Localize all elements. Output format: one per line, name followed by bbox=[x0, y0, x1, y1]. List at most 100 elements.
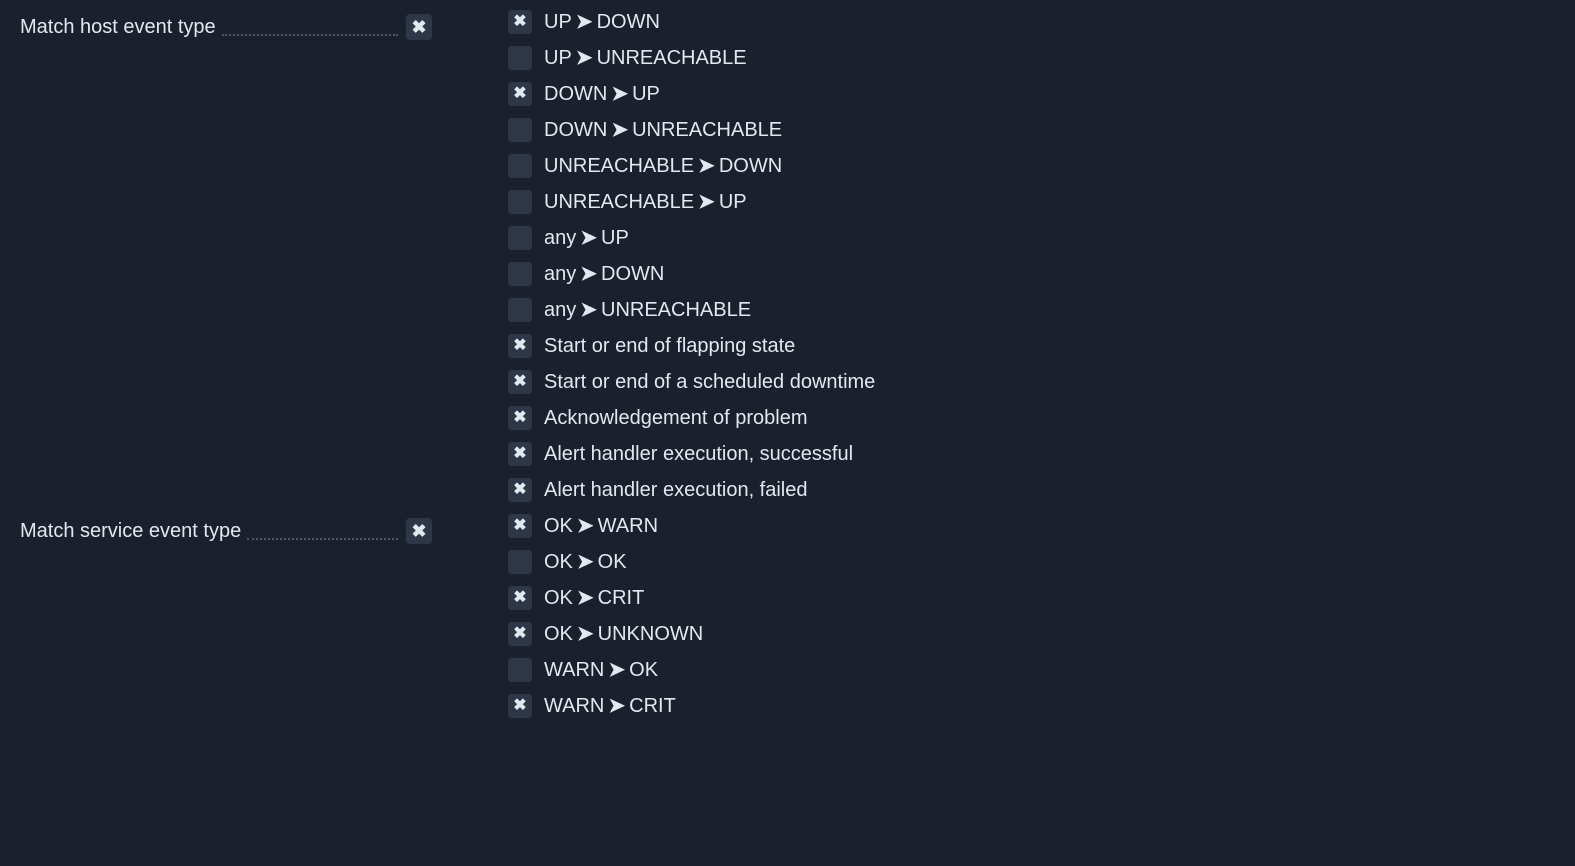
option-checkbox[interactable]: ✖ bbox=[508, 478, 532, 502]
option-label: OK➤UNKNOWN bbox=[544, 624, 703, 644]
option-checkbox[interactable]: ✖ bbox=[508, 514, 532, 538]
close-icon: ✖ bbox=[411, 522, 426, 540]
service-event-type-label: Match service event type bbox=[20, 520, 241, 543]
option-label: UP➤UNREACHABLE bbox=[544, 48, 747, 68]
option-row: OK➤OK bbox=[508, 550, 703, 574]
option-row: UNREACHABLE➤DOWN bbox=[508, 154, 875, 178]
checked-icon: ✖ bbox=[513, 14, 526, 30]
separator-dots bbox=[222, 33, 398, 36]
option-label: UNREACHABLE➤DOWN bbox=[544, 156, 782, 176]
option-row: ✖ OK➤UNKNOWN bbox=[508, 622, 703, 646]
checked-icon: ✖ bbox=[513, 446, 526, 462]
transition-to: OK bbox=[598, 551, 627, 573]
transition-from: DOWN bbox=[544, 119, 607, 141]
service-event-type-toggle[interactable]: ✖ bbox=[406, 518, 432, 544]
checked-icon: ✖ bbox=[513, 338, 526, 354]
option-checkbox[interactable]: ✖ bbox=[508, 694, 532, 718]
option-label: DOWN➤UNREACHABLE bbox=[544, 120, 782, 140]
option-checkbox[interactable] bbox=[508, 550, 532, 574]
option-checkbox[interactable]: ✖ bbox=[508, 82, 532, 106]
arrow-icon: ➤ bbox=[698, 192, 715, 212]
option-row: UP➤UNREACHABLE bbox=[508, 46, 875, 70]
option-label: Alert handler execution, failed bbox=[544, 480, 808, 500]
arrow-icon: ➤ bbox=[580, 264, 597, 284]
transition-to: UNREACHABLE bbox=[597, 47, 747, 69]
transition-from: any bbox=[544, 299, 576, 321]
option-checkbox[interactable] bbox=[508, 190, 532, 214]
transition-to: UNREACHABLE bbox=[632, 119, 782, 141]
transition-to: UP bbox=[601, 227, 629, 249]
option-checkbox[interactable]: ✖ bbox=[508, 334, 532, 358]
option-label: UNREACHABLE➤UP bbox=[544, 192, 747, 212]
transition-to: UP bbox=[719, 191, 747, 213]
option-row: ✖ Alert handler execution, failed bbox=[508, 478, 875, 502]
option-label: any➤UP bbox=[544, 228, 629, 248]
option-row: ✖ OK➤WARN bbox=[508, 514, 703, 538]
arrow-icon: ➤ bbox=[608, 660, 625, 680]
option-checkbox[interactable]: ✖ bbox=[508, 406, 532, 430]
host-event-type-label: Match host event type bbox=[20, 16, 216, 39]
option-checkbox[interactable]: ✖ bbox=[508, 622, 532, 646]
option-label: any➤DOWN bbox=[544, 264, 664, 284]
transition-to: DOWN bbox=[601, 263, 664, 285]
transition-from: UNREACHABLE bbox=[544, 191, 694, 213]
separator-dots bbox=[247, 537, 398, 540]
option-label: any➤UNREACHABLE bbox=[544, 300, 751, 320]
option-label: Start or end of a scheduled downtime bbox=[544, 372, 875, 392]
checked-icon: ✖ bbox=[513, 590, 526, 606]
host-event-type-toggle[interactable]: ✖ bbox=[406, 14, 432, 40]
option-row: ✖ WARN➤CRIT bbox=[508, 694, 703, 718]
option-row: any➤UNREACHABLE bbox=[508, 298, 875, 322]
option-row: ✖ Acknowledgement of problem bbox=[508, 406, 875, 430]
option-row: ✖ Alert handler execution, successful bbox=[508, 442, 875, 466]
option-row: WARN➤OK bbox=[508, 658, 703, 682]
option-checkbox[interactable] bbox=[508, 262, 532, 286]
transition-from: OK bbox=[544, 551, 573, 573]
transition-from: UP bbox=[544, 11, 572, 33]
option-checkbox[interactable]: ✖ bbox=[508, 442, 532, 466]
transition-from: any bbox=[544, 263, 576, 285]
transition-from: UNREACHABLE bbox=[544, 155, 694, 177]
arrow-icon: ➤ bbox=[611, 120, 628, 140]
option-checkbox[interactable]: ✖ bbox=[508, 586, 532, 610]
option-checkbox[interactable] bbox=[508, 658, 532, 682]
option-row: UNREACHABLE➤UP bbox=[508, 190, 875, 214]
checked-icon: ✖ bbox=[513, 698, 526, 714]
transition-from: DOWN bbox=[544, 83, 607, 105]
transition-from: OK bbox=[544, 623, 573, 645]
option-checkbox[interactable]: ✖ bbox=[508, 10, 532, 34]
option-checkbox[interactable] bbox=[508, 154, 532, 178]
checked-icon: ✖ bbox=[513, 86, 526, 102]
option-row: any➤UP bbox=[508, 226, 875, 250]
transition-to: UNREACHABLE bbox=[601, 299, 751, 321]
option-checkbox[interactable] bbox=[508, 298, 532, 322]
option-label: Alert handler execution, successful bbox=[544, 444, 853, 464]
close-icon: ✖ bbox=[411, 18, 426, 36]
option-checkbox[interactable] bbox=[508, 118, 532, 142]
transition-to: DOWN bbox=[719, 155, 782, 177]
option-label: Acknowledgement of problem bbox=[544, 408, 807, 428]
checked-icon: ✖ bbox=[513, 482, 526, 498]
option-label: OK➤CRIT bbox=[544, 588, 644, 608]
arrow-icon: ➤ bbox=[576, 48, 593, 68]
transition-to: UP bbox=[632, 83, 660, 105]
checked-icon: ✖ bbox=[513, 626, 526, 642]
checked-icon: ✖ bbox=[513, 410, 526, 426]
transition-from: WARN bbox=[544, 695, 604, 717]
option-checkbox[interactable]: ✖ bbox=[508, 370, 532, 394]
arrow-icon: ➤ bbox=[608, 696, 625, 716]
option-label: UP➤DOWN bbox=[544, 12, 660, 32]
option-checkbox[interactable] bbox=[508, 46, 532, 70]
checked-icon: ✖ bbox=[513, 374, 526, 390]
transition-to: CRIT bbox=[598, 587, 645, 609]
option-row: DOWN➤UNREACHABLE bbox=[508, 118, 875, 142]
arrow-icon: ➤ bbox=[577, 516, 594, 536]
arrow-icon: ➤ bbox=[577, 588, 594, 608]
option-row: ✖DOWN➤UP bbox=[508, 82, 875, 106]
option-checkbox[interactable] bbox=[508, 226, 532, 250]
transition-to: UNKNOWN bbox=[598, 623, 704, 645]
option-label: WARN➤CRIT bbox=[544, 696, 676, 716]
option-label: OK➤WARN bbox=[544, 516, 658, 536]
option-label: OK➤OK bbox=[544, 552, 627, 572]
transition-to: DOWN bbox=[597, 11, 660, 33]
